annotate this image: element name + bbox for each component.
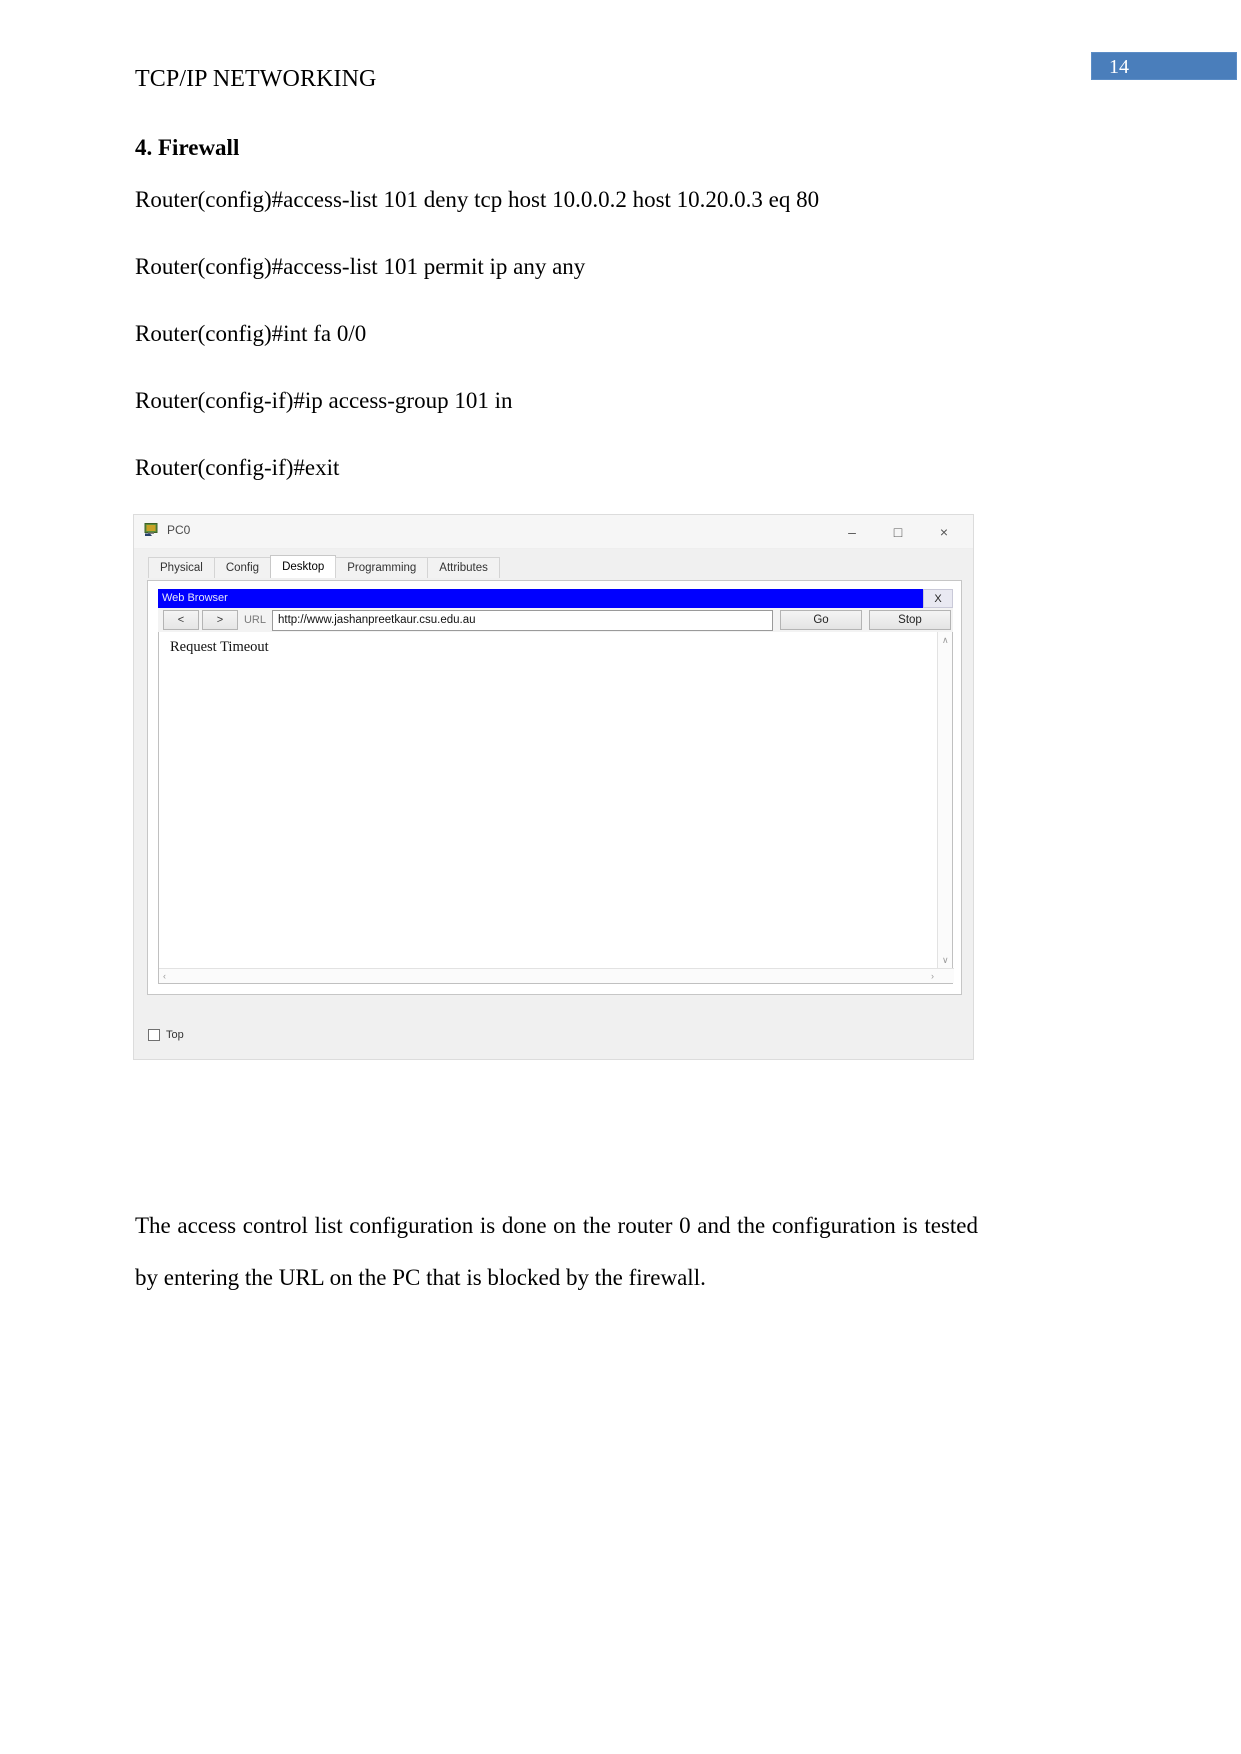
router-config-listing: Router(config)#access-list 101 deny tcp …: [135, 188, 1085, 523]
forward-button[interactable]: >: [202, 610, 238, 630]
tab-physical[interactable]: Physical: [148, 557, 215, 578]
pt-window-titlebar: PC0 – □ ×: [134, 515, 973, 549]
pt-window-title: PC0: [167, 523, 191, 537]
tab-desktop[interactable]: Desktop: [270, 555, 337, 578]
packet-tracer-pc-window: PC0 – □ × Physical Config Desktop Progra…: [133, 514, 974, 1060]
config-line: Router(config-if)#exit: [135, 455, 340, 480]
scroll-right-icon[interactable]: ›: [931, 971, 934, 981]
url-label: URL: [243, 614, 266, 626]
top-checkbox-label: Top: [166, 1029, 184, 1041]
scroll-left-icon[interactable]: ‹: [163, 971, 166, 981]
pt-window-footer: Top: [134, 1016, 973, 1059]
web-browser-page-area: Request Timeout ∧ ∨ ‹ ›: [158, 632, 954, 984]
top-checkbox-row[interactable]: Top: [148, 1029, 184, 1041]
page-header: TCP/IP NETWORKING 14: [0, 0, 1241, 110]
config-line: Router(config-if)#ip access-group 101 in: [135, 388, 513, 413]
section-heading: 4. Firewall: [135, 135, 240, 160]
page-number-value: 14: [1109, 56, 1129, 78]
tab-programming[interactable]: Programming: [335, 557, 429, 578]
page-number-badge: 14: [1091, 52, 1237, 80]
web-browser-toolbar: < > URL http://www.jashanpreetkaur.csu.e…: [158, 608, 953, 632]
pt-desktop-panel: Web Browser X < > URL http://www.jashanp…: [147, 580, 962, 995]
config-line: Router(config)#access-list 101 deny tcp …: [135, 187, 820, 212]
maximize-icon[interactable]: □: [875, 515, 921, 549]
pt-window-controls: – □ ×: [829, 515, 967, 549]
pt-tab-bar: Physical Config Desktop Programming Attr…: [148, 555, 973, 578]
tab-config[interactable]: Config: [213, 557, 272, 578]
pt-title-group: PC0: [144, 523, 190, 537]
config-line: Router(config)#int fa 0/0: [135, 321, 367, 346]
close-icon[interactable]: ×: [921, 515, 967, 549]
web-browser-title: Web Browser: [162, 592, 228, 604]
web-browser-titlebar: Web Browser X: [158, 589, 953, 608]
page-status-message: Request Timeout: [170, 639, 269, 655]
closing-paragraph: The access control list configuration is…: [135, 1213, 978, 1290]
stop-button[interactable]: Stop: [869, 610, 951, 630]
web-browser-close-button[interactable]: X: [923, 589, 953, 608]
minimize-icon[interactable]: –: [829, 515, 875, 549]
computer-icon: [144, 523, 159, 537]
top-checkbox[interactable]: [148, 1029, 160, 1041]
vertical-scrollbar[interactable]: ∧ ∨: [937, 632, 952, 969]
back-button[interactable]: <: [163, 610, 199, 630]
url-input[interactable]: http://www.jashanpreetkaur.csu.edu.au: [272, 609, 773, 631]
tab-attributes[interactable]: Attributes: [427, 557, 500, 578]
web-browser-app: Web Browser X < > URL http://www.jashanp…: [158, 589, 954, 984]
document-header-title: TCP/IP NETWORKING: [135, 66, 377, 92]
scroll-down-icon[interactable]: ∨: [942, 955, 949, 966]
scroll-up-icon[interactable]: ∧: [942, 635, 949, 646]
horizontal-scrollbar[interactable]: ‹ ›: [159, 968, 954, 983]
config-line: Router(config)#access-list 101 permit ip…: [135, 254, 586, 279]
go-button[interactable]: Go: [780, 610, 862, 630]
